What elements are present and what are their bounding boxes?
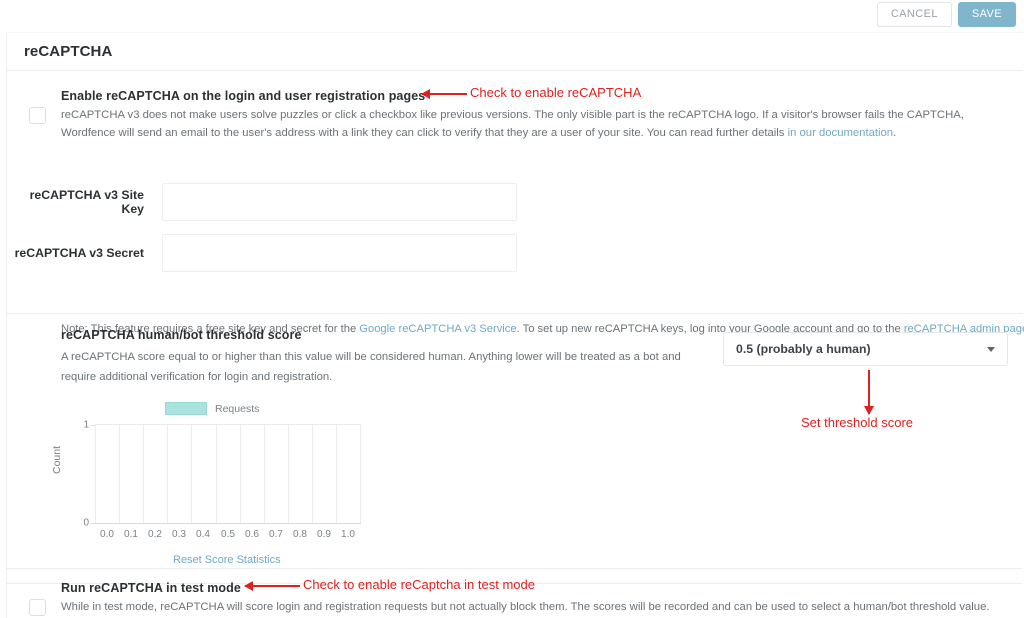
- chart-gridline: [95, 425, 96, 523]
- chart-plot-area: 1 0 0.0 0.1 0.2 0.3 0.4 0.5 0.6 0.7 0.8 …: [83, 420, 361, 540]
- test-mode-section: Run reCAPTCHA in test mode While in test…: [7, 569, 1023, 616]
- chevron-down-icon: [987, 346, 995, 352]
- chart-gridline: [216, 425, 217, 523]
- chart-gridline: [312, 425, 313, 523]
- threshold-heading-block: reCAPTCHA human/bot threshold score A re…: [61, 328, 701, 386]
- annotation-arrow-enable: [422, 93, 467, 95]
- chart-gridline: [240, 425, 241, 523]
- chart-x-tick: 0.9: [317, 529, 331, 540]
- chart-x-tick: 0.7: [269, 529, 283, 540]
- secret-input[interactable]: [162, 234, 517, 272]
- test-mode-label: Run reCAPTCHA in test mode: [61, 581, 241, 595]
- legend-label-requests: Requests: [215, 402, 260, 415]
- chart-x-tick: 0.3: [172, 529, 186, 540]
- secret-field-row: reCAPTCHA v3 Secret: [7, 234, 517, 272]
- chart-gridline: [336, 425, 337, 523]
- chart-gridline: [360, 425, 361, 523]
- documentation-link[interactable]: in our documentation: [788, 127, 894, 139]
- chart-legend: Requests: [165, 402, 259, 415]
- chart-x-tick: 0.0: [100, 529, 114, 540]
- chart-y-tick-mark: [91, 523, 95, 524]
- chart-x-tick: 0.5: [221, 529, 235, 540]
- chart-x-tick: 0.4: [196, 529, 210, 540]
- reset-score-statistics-link[interactable]: Reset Score Statistics: [173, 554, 281, 566]
- panel-header: reCAPTCHA: [7, 33, 1023, 71]
- threshold-description: A reCAPTCHA score equal to or higher tha…: [61, 351, 681, 383]
- test-mode-checkbox[interactable]: [29, 599, 46, 616]
- page-title: reCAPTCHA: [24, 43, 113, 60]
- chart-gridline: [167, 425, 168, 523]
- toolbar-actions: CANCEL SAVE: [876, 2, 1016, 28]
- chart-gridline: [288, 425, 289, 523]
- chart-x-tick: 1.0: [341, 529, 355, 540]
- chart-gridline: [191, 425, 192, 523]
- enable-recaptcha-section: Enable reCAPTCHA on the login and user r…: [7, 71, 1024, 335]
- chart-gridline: [143, 425, 144, 523]
- annotation-arrow-test-mode: [245, 585, 300, 587]
- chart-x-tick: 0.6: [245, 529, 259, 540]
- score-statistics-chart: Requests Count 1 0 0.0 0.1 0.2 0.3 0.4 0…: [51, 402, 375, 570]
- site-key-input[interactable]: [162, 183, 517, 221]
- annotation-label-test-mode: Check to enable reCaptcha in test mode: [303, 577, 535, 592]
- annotation-label-enable: Check to enable reCAPTCHA: [470, 85, 642, 100]
- secret-label: reCAPTCHA v3 Secret: [14, 246, 144, 260]
- chart-y-axis-label: Count: [51, 445, 63, 474]
- legend-swatch-requests: [165, 402, 207, 415]
- recaptcha-settings-panel: reCAPTCHA Enable reCAPTCHA on the login …: [6, 32, 1024, 618]
- chart-x-tick: 0.1: [124, 529, 138, 540]
- threshold-score-section: reCAPTCHA human/bot threshold score A re…: [7, 314, 1023, 569]
- top-action-bar: CANCEL SAVE: [0, 0, 1024, 32]
- chart-y-tick: 0: [83, 517, 89, 529]
- site-key-label: reCAPTCHA v3 Site Key: [29, 188, 144, 216]
- chart-gridline: [119, 425, 120, 523]
- save-button[interactable]: SAVE: [957, 2, 1016, 28]
- chart-y-tick: 1: [83, 419, 89, 431]
- annotation-arrow-threshold: [868, 370, 870, 414]
- threshold-score-select[interactable]: 0.5 (probably a human): [723, 332, 1008, 366]
- enable-recaptcha-label: Enable reCAPTCHA on the login and user r…: [61, 89, 426, 103]
- enable-recaptcha-checkbox[interactable]: [29, 107, 46, 124]
- enable-recaptcha-description: reCAPTCHA v3 does not make users solve p…: [61, 109, 964, 139]
- test-mode-description: While in test mode, reCAPTCHA will score…: [61, 601, 990, 613]
- chart-gridline: [264, 425, 265, 523]
- annotation-label-threshold: Set threshold score: [801, 415, 914, 430]
- site-key-field-row: reCAPTCHA v3 Site Key: [7, 183, 517, 221]
- chart-x-tick: 0.8: [293, 529, 307, 540]
- cancel-button[interactable]: CANCEL: [876, 2, 952, 28]
- threshold-label: reCAPTCHA human/bot threshold score: [61, 328, 302, 342]
- threshold-score-selected-value: 0.5 (probably a human): [736, 342, 871, 356]
- chart-x-tick: 0.2: [148, 529, 162, 540]
